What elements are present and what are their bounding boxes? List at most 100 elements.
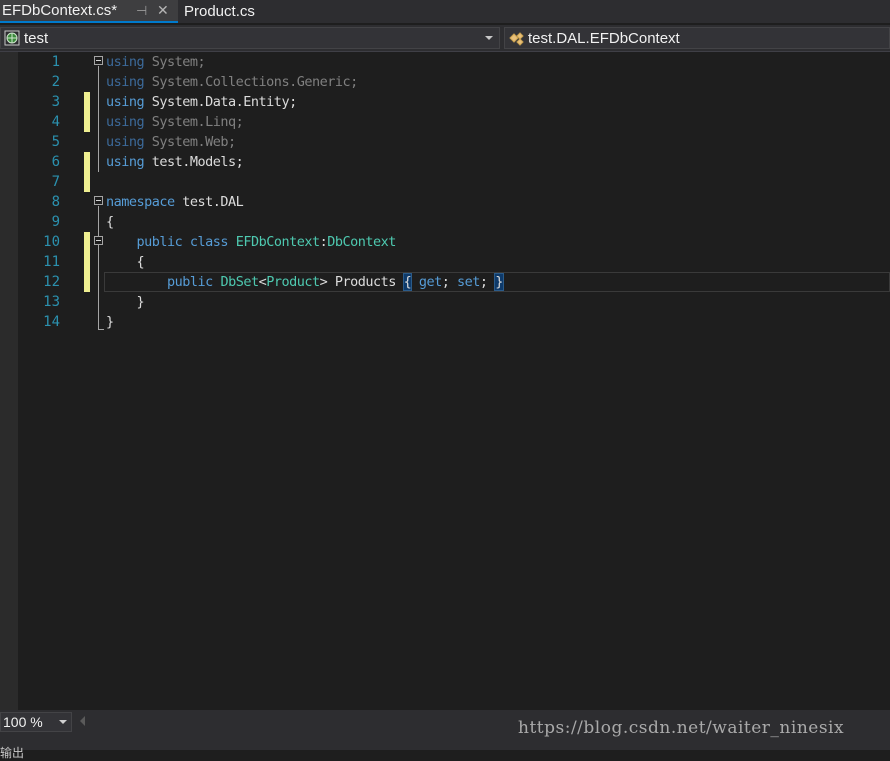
code-text: using test.Models; (106, 152, 244, 172)
namespace: System; (144, 54, 206, 70)
code-text: public DbSet<Product> Products { get; se… (106, 272, 504, 292)
type-name: DbSet (220, 274, 259, 290)
document-tab-bar: EFDbContext.cs* ⊣ ✕ Product.cs (0, 0, 890, 23)
code-text: public class EFDbContext:DbContext (106, 232, 397, 252)
code-line-5: 5 using System.Web; (0, 132, 890, 152)
project-name: test (24, 29, 49, 47)
line-number: 12 (43, 274, 60, 290)
code-text: } (106, 294, 145, 310)
keyword-get: get (418, 274, 442, 290)
code-line-4: 4 using System.Linq; (0, 112, 890, 132)
code-line-7: 7 (0, 172, 890, 192)
collapse-icon[interactable] (94, 236, 103, 245)
code-line-8: 8 namespace test.DAL (0, 192, 890, 212)
editor-bottom-bar: 100 % https://blog.csdn.net/waiter_nines… (0, 710, 890, 760)
change-marker (84, 172, 90, 192)
semicolon: ; (441, 274, 450, 290)
code-line-11: 11 { (0, 252, 890, 272)
code-text: { (106, 254, 145, 270)
code-text: using System.Data.Entity; (106, 92, 297, 112)
line-number: 11 (43, 254, 60, 270)
line-number: 9 (51, 214, 60, 230)
property-name: Products (327, 274, 404, 290)
close-icon[interactable]: ✕ (157, 2, 169, 19)
code-line-13: 13 } (0, 292, 890, 312)
keyword-set: set (457, 274, 480, 290)
collapse-icon[interactable] (94, 196, 103, 205)
code-editor[interactable]: 1 using System; 2 using System.Collectio… (0, 52, 890, 710)
zoom-dropdown[interactable]: 100 % (0, 712, 72, 732)
namespace: System.Linq; (144, 114, 244, 130)
code-line-9: 9 { (0, 212, 890, 232)
tab-product[interactable]: Product.cs (178, 0, 278, 23)
namespace: System.Web; (144, 134, 236, 150)
keyword: using (106, 154, 145, 170)
line-number: 6 (51, 154, 60, 170)
tab-label: EFDbContext.cs* (2, 2, 118, 19)
member-name: test.DAL.EFDbContext (528, 29, 680, 47)
keyword: using (106, 114, 145, 130)
member-dropdown[interactable]: test.DAL.EFDbContext (504, 27, 890, 49)
code-line-3: 3 using System.Data.Entity; (0, 92, 890, 112)
code-line-14: 14 } (0, 312, 890, 332)
collapse-icon[interactable] (94, 56, 103, 65)
chevron-down-icon (59, 720, 67, 724)
code-text: } (106, 314, 114, 330)
keyword: public class (136, 234, 229, 250)
generic-arg: Product (266, 274, 320, 290)
navigation-bar: test test.DAL.EFDbContext (0, 25, 890, 52)
code-line-1: 1 using System; (0, 52, 890, 72)
line-number: 3 (51, 94, 60, 110)
semicolon: ; (479, 274, 488, 290)
code-text: namespace test.DAL (106, 192, 244, 212)
keyword: namespace (106, 194, 175, 210)
chevron-down-icon (485, 36, 493, 40)
brace-close: } (494, 273, 504, 291)
brace-open: { (402, 273, 413, 291)
code-line-10: 10 public class EFDbContext:DbContext (0, 232, 890, 252)
code-line-2: 2 using System.Collections.Generic; (0, 72, 890, 92)
change-marker (84, 232, 90, 252)
scroll-left-icon[interactable] (80, 716, 85, 726)
code-text: { (106, 214, 114, 230)
change-marker (84, 112, 90, 132)
line-number: 2 (51, 74, 60, 90)
line-number: 8 (51, 194, 60, 210)
line-number: 7 (51, 174, 60, 190)
keyword: using (106, 94, 145, 110)
namespace: System.Collections.Generic; (144, 74, 358, 90)
line-number: 4 (51, 114, 60, 130)
keyword: using (106, 74, 145, 90)
line-number: 1 (51, 54, 60, 70)
base-class: DbContext (327, 234, 396, 250)
output-panel-label: 输出 (0, 746, 25, 760)
code-text: using System; (106, 52, 206, 72)
line-number: 13 (43, 294, 60, 310)
line-number: 5 (51, 134, 60, 150)
project-dropdown[interactable]: test (0, 27, 500, 49)
line-number: 14 (43, 314, 60, 330)
watermark: https://blog.csdn.net/waiter_ninesix (518, 718, 845, 738)
keyword: public (167, 274, 213, 290)
tab-efdbcontext[interactable]: EFDbContext.cs* ⊣ ✕ (0, 0, 178, 23)
change-marker (84, 272, 90, 292)
keyword: using (106, 54, 145, 70)
namespace: System.Data.Entity; (144, 94, 297, 110)
tab-label: Product.cs (184, 3, 255, 20)
namespace: test.DAL (174, 194, 244, 210)
code-text: using System.Linq; (106, 112, 244, 132)
change-marker (84, 152, 90, 172)
web-project-icon (4, 30, 20, 46)
class-name: EFDbContext (235, 234, 320, 250)
change-marker (84, 92, 90, 112)
zoom-level: 100 % (3, 714, 43, 730)
change-marker (84, 252, 90, 272)
class-icon (509, 32, 524, 46)
namespace: test.Models; (144, 154, 244, 170)
code-line-6: 6 using test.Models; (0, 152, 890, 172)
pin-icon[interactable]: ⊣ (136, 3, 147, 19)
code-line-12: 12 public DbSet<Product> Products { get;… (0, 272, 890, 292)
code-text: using System.Web; (106, 132, 236, 152)
